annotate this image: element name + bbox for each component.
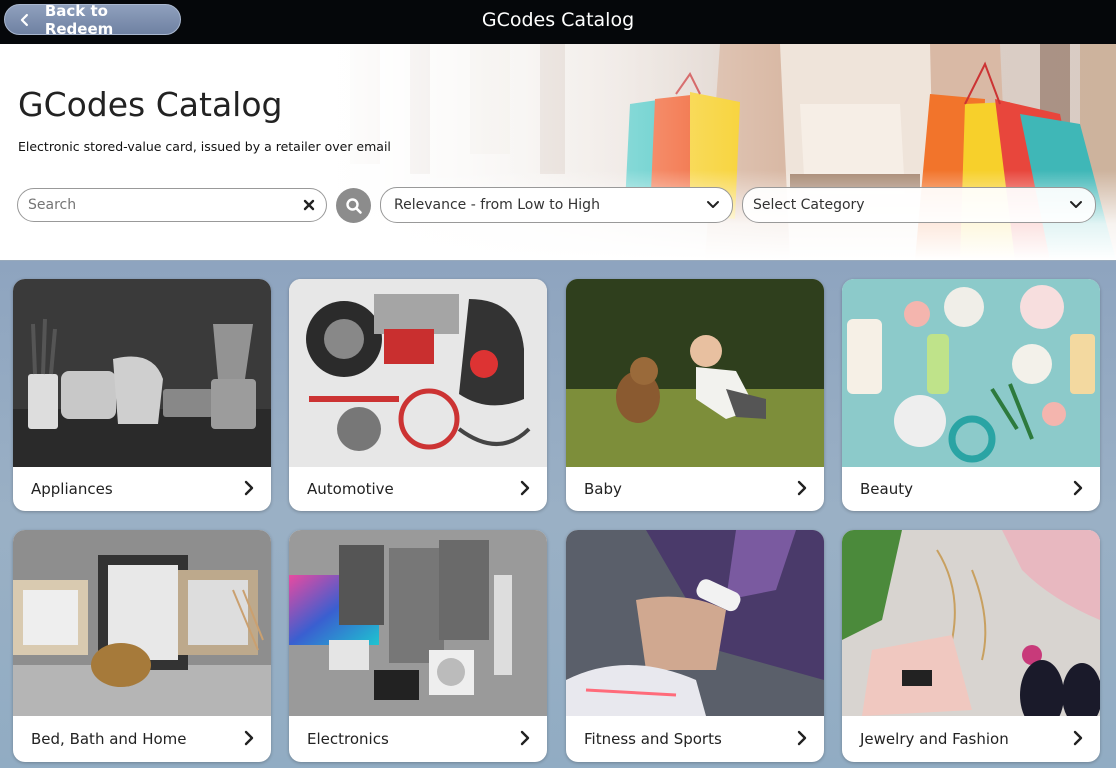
chevron-right-icon — [244, 480, 254, 496]
automotive-image — [289, 279, 547, 467]
category-card-jewelry-fashion[interactable]: Jewelry and Fashion — [842, 530, 1100, 762]
top-bar: Back to Redeem GCodes Catalog — [0, 0, 1116, 44]
page-subtitle: Electronic stored-value card, issued by … — [18, 139, 391, 154]
chevron-right-icon — [244, 730, 254, 746]
chevron-right-icon — [797, 730, 807, 746]
category-label: Baby — [584, 480, 622, 498]
chevron-right-icon — [1073, 480, 1083, 496]
sort-selected-value: Relevance - from Low to High — [394, 197, 600, 213]
jewelry-fashion-image — [842, 530, 1100, 718]
category-card-beauty[interactable]: Beauty — [842, 279, 1100, 511]
category-label: Bed, Bath and Home — [31, 730, 187, 748]
chevron-down-icon — [707, 201, 719, 208]
page-title: GCodes Catalog — [18, 85, 283, 124]
category-label: Appliances — [31, 480, 113, 498]
search-button[interactable] — [336, 188, 371, 223]
window-title: GCodes Catalog — [481, 9, 635, 31]
appliances-image — [13, 279, 271, 467]
category-label: Automotive — [307, 480, 394, 498]
category-label: Jewelry and Fashion — [860, 730, 1009, 748]
category-card-appliances[interactable]: Appliances — [13, 279, 271, 511]
fitness-sports-image — [566, 530, 824, 718]
chevron-right-icon — [1073, 730, 1083, 746]
chevron-right-icon — [797, 480, 807, 496]
search-icon — [345, 197, 362, 214]
category-card-electronics[interactable]: Electronics — [289, 530, 547, 762]
category-label: Beauty — [860, 480, 913, 498]
clear-icon[interactable] — [302, 198, 316, 212]
hero-banner: GCodes Catalog Electronic stored-value c… — [0, 44, 1116, 260]
category-selected-value: Select Category — [753, 197, 865, 213]
search-field[interactable] — [17, 188, 327, 222]
category-card-automotive[interactable]: Automotive — [289, 279, 547, 511]
category-label: Fitness and Sports — [584, 730, 722, 748]
category-card-bed-bath-home[interactable]: Bed, Bath and Home — [13, 530, 271, 762]
baby-image — [566, 279, 824, 467]
chevron-right-icon — [520, 480, 530, 496]
search-input[interactable] — [28, 197, 288, 213]
category-label: Electronics — [307, 730, 389, 748]
category-card-baby[interactable]: Baby — [566, 279, 824, 511]
bed-bath-home-image — [13, 530, 271, 718]
electronics-image — [289, 530, 547, 718]
category-card-fitness-sports[interactable]: Fitness and Sports — [566, 530, 824, 762]
beauty-image — [842, 279, 1100, 467]
chevron-down-icon — [1070, 201, 1082, 208]
sort-dropdown[interactable]: Relevance - from Low to High — [380, 187, 733, 223]
category-dropdown[interactable]: Select Category — [742, 187, 1096, 223]
chevron-right-icon — [520, 730, 530, 746]
